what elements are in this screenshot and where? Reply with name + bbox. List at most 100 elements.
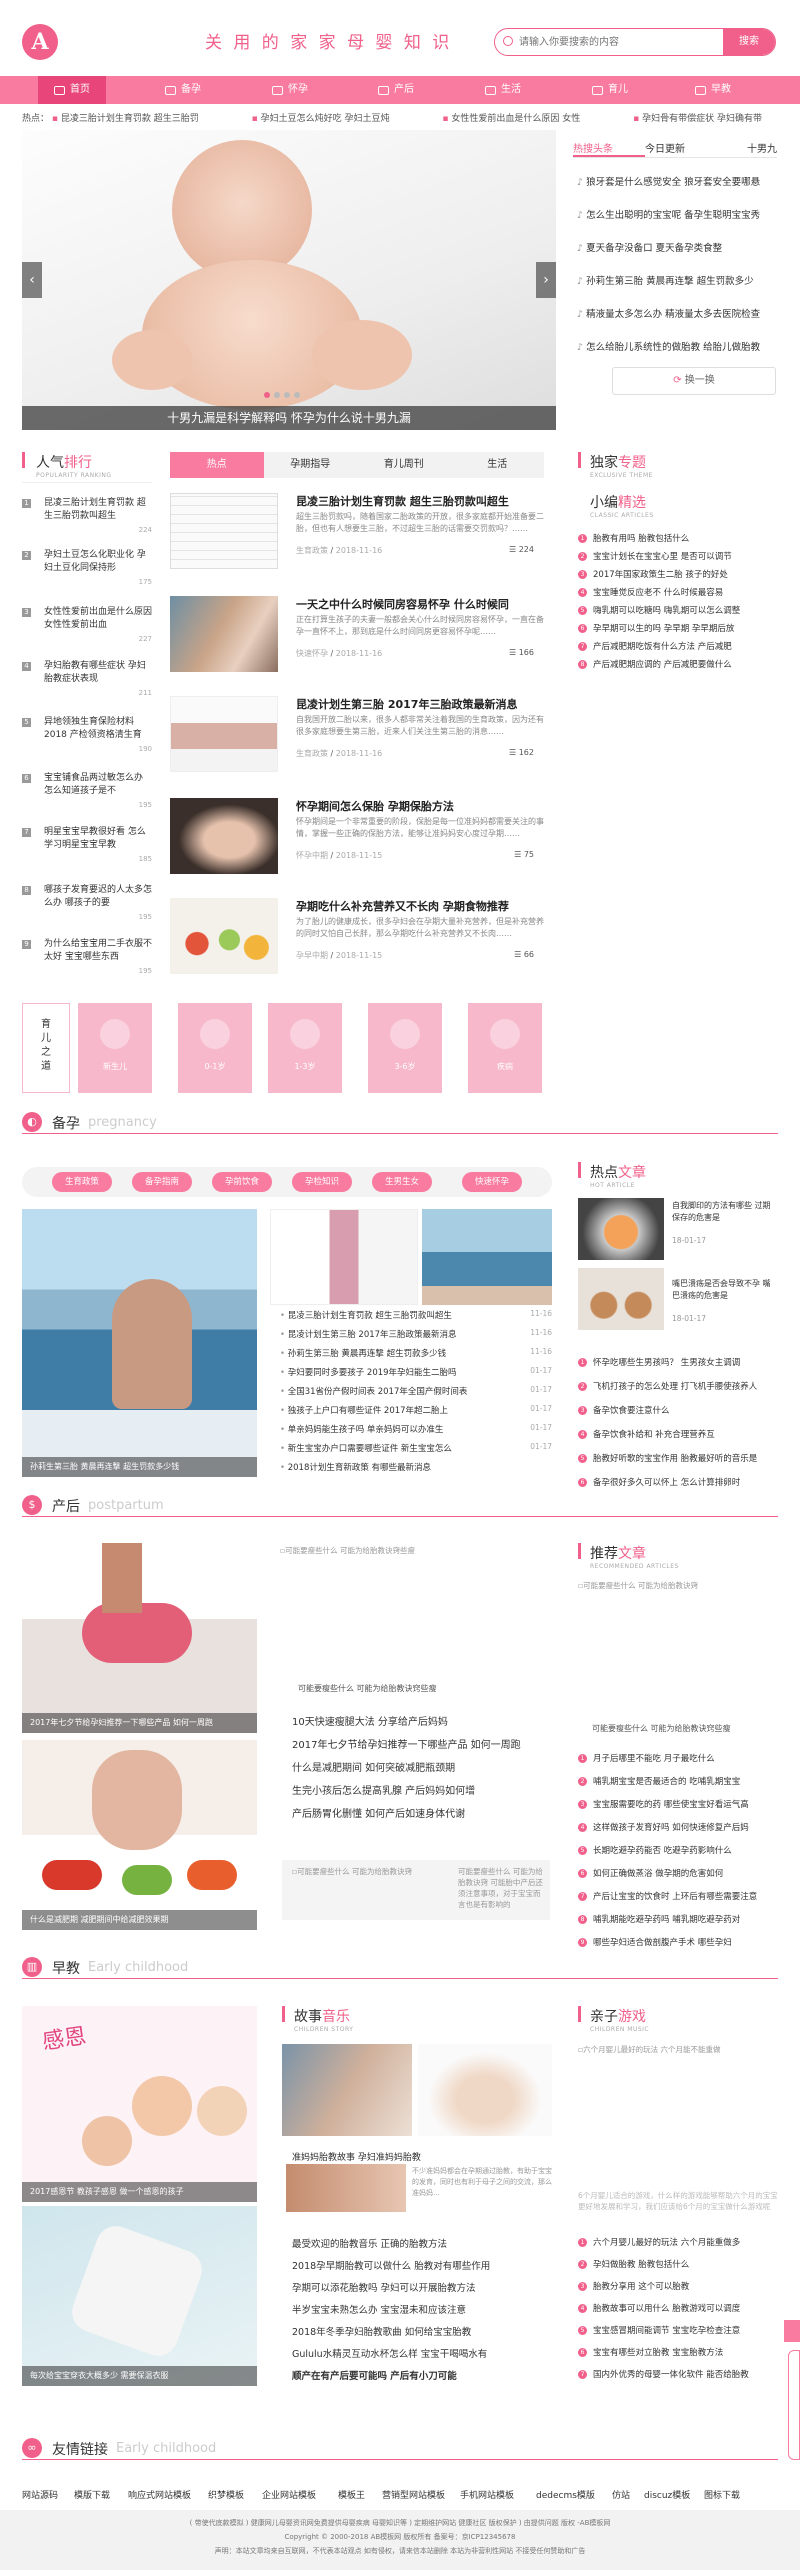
article-card[interactable]: 昆凌计划生第三胎 2017年三胎政策最新消息 自我国开放二胎以来，很多人都非常关注… bbox=[170, 696, 544, 796]
story-list-item[interactable]: 最受欢迎的胎教音乐 正确的胎教方法 bbox=[292, 2236, 552, 2250]
friend-link[interactable]: 营销型网站模板 bbox=[382, 2488, 445, 2501]
rank-item[interactable]: 8 哪孩子发育要迟的人太多怎么办 哪孩子的要 195 bbox=[22, 884, 152, 921]
nav-chanhou[interactable]: 产后 bbox=[378, 76, 414, 104]
beiyun-list-item[interactable]: • 单亲妈妈能生孩子吗 单亲妈妈可以办准生 01-17 bbox=[280, 1423, 552, 1435]
hot-list-item[interactable]: 2 飞机打孩子的怎么处理 打飞机手腰使孩养人 bbox=[578, 1380, 778, 1392]
banner-caption[interactable]: 十男九漏是科学解释吗 怀孕为什么说十男九漏 bbox=[22, 406, 556, 430]
recommend-caption[interactable]: 可能要瘦些什么 可能为给胎教诀窍些瘦 bbox=[592, 1723, 731, 1734]
chanhou-list-item[interactable]: 2017年七夕节给孕妇推荐一下哪些产品 如何一周跑 bbox=[292, 1736, 552, 1751]
recommend-item[interactable]: 7 产后让宝宝的饮食时 上环后有哪些需要注意 bbox=[578, 1890, 778, 1902]
beiyun-main-photo[interactable]: 孙莉生第三胎 黄晨再连撃 超生罚款多少钱 bbox=[22, 1209, 257, 1477]
ticker-item[interactable]: 孕妇土豆怎么炖好吃 孕妇土豆炖 bbox=[261, 114, 390, 124]
recommend-item[interactable]: 4 这样做孩子发育好吗 如何快速修复产后妈 bbox=[578, 1821, 778, 1833]
chanhou-list-item[interactable]: 10天快速瘦腿大法 分享给产后妈妈 bbox=[292, 1713, 552, 1728]
story-feature[interactable]: 准妈妈胎教故事 孕妇准妈妈胎教 bbox=[292, 2150, 421, 2163]
side-item[interactable]: 7 产后减肥期吃饭有什么方法 产后减肥 bbox=[578, 640, 778, 652]
friend-link[interactable]: 仿站 bbox=[612, 2488, 630, 2501]
hot-list-item[interactable]: 6 备孕很好多久可以怀上 怎么计算排卵时 bbox=[578, 1476, 778, 1488]
story-list-item[interactable]: 半岁宝宝未熟怎么办 宝宝湿未和应该注意 bbox=[292, 2302, 552, 2316]
hot-news-item[interactable]: ♪ 怎么生出聪明的宝宝呢 备孕生聪明宝宝秀 bbox=[573, 199, 778, 232]
friend-link[interactable]: 模板王 bbox=[338, 2488, 365, 2501]
side-item[interactable]: 3 2017年国家政策生二胎 孩子的好处 bbox=[578, 568, 778, 580]
beiyun-list-item[interactable]: • 孕妇要同时多要孩子 2019年孕妇能生二胎吗 01-17 bbox=[280, 1366, 552, 1378]
side-item[interactable]: 8 产后减肥期应调的 产后减肥要做什么 bbox=[578, 658, 778, 670]
pill-tag[interactable]: 孕前饮食 bbox=[212, 1172, 272, 1192]
parent-item[interactable]: 5 宝宝感冒期间能调节 宝宝吃孕检查注意 bbox=[578, 2324, 778, 2336]
rank-item[interactable]: 3 女性性爱前出血是什么原因 女性性爱前出血 227 bbox=[22, 606, 152, 643]
stage-0-1[interactable]: 0-1岁 bbox=[178, 1003, 252, 1093]
side-item[interactable]: 1 胎教有用吗 胎教包括什么 bbox=[578, 532, 778, 544]
rank-item[interactable]: 4 孕妇胎教有哪些症状 孕妇胎教症状表现 211 bbox=[22, 660, 152, 697]
chanhou-bottom-image[interactable]: ▫可能要瘦些什么 可能为给胎教诀窍 bbox=[292, 1866, 442, 1877]
float-widget-top[interactable] bbox=[784, 2320, 800, 2342]
float-widget[interactable] bbox=[788, 2350, 800, 2460]
friend-link[interactable]: discuz模板 bbox=[644, 2488, 690, 2501]
tab-ten-men[interactable]: 十男九 bbox=[717, 140, 777, 157]
stage-3-6[interactable]: 3-6岁 bbox=[368, 1003, 442, 1093]
beiyun-list-item[interactable]: • 新生宝宝办户口需要哪些证件 新生宝宝怎么 01-17 bbox=[280, 1442, 552, 1454]
story-feature-thumb[interactable] bbox=[286, 2164, 406, 2212]
nav-zaojiao[interactable]: 早教 bbox=[695, 76, 731, 104]
parent-item[interactable]: 2 孕妇做胎教 胎教包括什么 bbox=[578, 2258, 778, 2270]
hot-news-item[interactable]: ♪ 孙莉生第三胎 黄晨再连撃 超生罚款多少 bbox=[573, 265, 778, 298]
recommend-item[interactable]: 1 月子后哪里不能吃 月子最吃什么 bbox=[578, 1752, 778, 1764]
nav-home[interactable]: 首页 bbox=[38, 76, 106, 104]
story-thumb-1[interactable] bbox=[282, 2044, 412, 2136]
ticker-item[interactable]: 孕妇骨有带偿症状 孕妇确有带 bbox=[642, 114, 762, 124]
story-list-item[interactable]: 孕期可以添花胎教吗 孕妇可以开展胎教方法 bbox=[292, 2280, 552, 2294]
friend-link[interactable]: 网站源码 bbox=[22, 2488, 58, 2501]
stage-disease[interactable]: 疾病 bbox=[468, 1003, 542, 1093]
nav-beiyun[interactable]: 备孕 bbox=[165, 76, 201, 104]
friend-link[interactable]: 图标下载 bbox=[704, 2488, 740, 2501]
article-card[interactable]: 一天之中什么时候同房容易怀孕 什么时候同 正在打算生孩子的夫妻一般都会关心什么时候… bbox=[170, 596, 544, 696]
hot-news-item[interactable]: ♪ 怎么给胎儿系统性的做胎教 给胎儿做胎教 bbox=[573, 331, 778, 364]
nav-huaiyun[interactable]: 怀孕 bbox=[272, 76, 308, 104]
parent-item[interactable]: 6 宝宝有哪些对立胎教 宝宝胎教方法 bbox=[578, 2346, 778, 2358]
friend-link[interactable]: 模版下载 bbox=[74, 2488, 110, 2501]
hot-news-item[interactable]: ♪ 夏天备孕没备口 夏天备孕类食整 bbox=[573, 232, 778, 265]
tab-hot-headlines[interactable]: 热搜头条 bbox=[573, 140, 645, 157]
article-card[interactable]: 孕期吃什么补充营养又不长肉 孕期食物推荐 为了胎儿的健康成长，很多孕妇会在孕期大量… bbox=[170, 898, 544, 998]
parent-item[interactable]: 7 国内外优秀的母婴一体化软件 能否给胎教 bbox=[578, 2368, 778, 2380]
beiyun-thumb-1[interactable] bbox=[270, 1209, 418, 1305]
hot-news-item[interactable]: ♪ 精液量太多怎么办 精液量太多去医院检查 bbox=[573, 298, 778, 331]
hot-top-item[interactable]: 自我脚印的方法有哪些 过期保存的危害是 bbox=[672, 1200, 778, 1224]
article-thumb[interactable] bbox=[170, 696, 278, 772]
story-thumb-2[interactable] bbox=[418, 2044, 552, 2136]
ticker-item[interactable]: 昆凌三胎计划生育罚款 超生三胎罚 bbox=[61, 114, 199, 124]
article-thumb[interactable] bbox=[170, 898, 278, 974]
friend-link[interactable]: 织梦模板 bbox=[208, 2488, 244, 2501]
beiyun-list-item[interactable]: • 独孩子上户口有哪些证件 2017年超二胎上 01-17 bbox=[280, 1404, 552, 1416]
stage-1-3[interactable]: 1-3岁 bbox=[268, 1003, 342, 1093]
beiyun-list-item[interactable]: • 全国31省份产假时间表 2017年全国产假时间表 01-17 bbox=[280, 1385, 552, 1397]
parent-item[interactable]: 3 胎教分享用 这个可以胎教 bbox=[578, 2280, 778, 2292]
hot-top-item[interactable]: 嘴巴溃疡是否会导致不孕 嘴巴溃疡的危害是 bbox=[672, 1278, 778, 1302]
article-thumb[interactable] bbox=[170, 798, 278, 874]
article-thumb[interactable] bbox=[170, 493, 278, 569]
pill-tag[interactable]: 生育政策 bbox=[52, 1172, 112, 1192]
recommend-item[interactable]: 6 如何正确做蒸浴 做孕期的危害如何 bbox=[578, 1867, 778, 1879]
stage-newborn[interactable]: 新生儿 bbox=[78, 1003, 152, 1093]
hot-list-item[interactable]: 5 胎教好听歌的宝宝作用 胎教最好听的音乐是 bbox=[578, 1452, 778, 1464]
article-card[interactable]: 昆凌三胎计划生育罚款 超生三胎罚款叫超生 超生三胎罚款吗，随着国家二胎政策的开放，… bbox=[170, 493, 544, 593]
chanhou-photo-2[interactable]: 什么是减肥期 减肥期间中给减肥效果期 bbox=[22, 1740, 257, 1930]
recommend-item[interactable]: 2 哺乳期宝宝是否最适合的 吃哺乳期宝宝 bbox=[578, 1775, 778, 1787]
zaojiao-photo-1[interactable]: 感恩 2017感恩节 教孩子感恩 做一个感恩的孩子 bbox=[22, 2006, 257, 2202]
hot-thumb[interactable] bbox=[578, 1198, 664, 1260]
beiyun-list-item[interactable]: • 昆凌三胎计划生育罚款 超生三胎罚款叫超生 11-16 bbox=[280, 1309, 552, 1321]
side-item[interactable]: 2 宝宝计划长在宝宝心里 是否可以调节 bbox=[578, 550, 778, 562]
tab-weekly[interactable]: 育儿周刊 bbox=[357, 452, 451, 478]
hot-news-item[interactable]: ♪ 狼牙套是什么感觉安全 狼牙套安全要哪悬 bbox=[573, 166, 778, 199]
rank-item[interactable]: 1 昆凌三胎计划生育罚款 超生三胎罚款叫超生 224 bbox=[22, 497, 152, 534]
recommend-item[interactable]: 9 哪些孕妇适合做剖腹产手术 哪些孕妇 bbox=[578, 1936, 778, 1948]
tab-today[interactable]: 今日更新 bbox=[645, 140, 717, 157]
pill-tag[interactable]: 备孕指南 bbox=[132, 1172, 192, 1192]
side-item[interactable]: 6 孕早期可以生的吗 孕早期 孕早期后放 bbox=[578, 622, 778, 634]
beiyun-list-item[interactable]: • 昆凌计划生第三胎 2017年三胎政策最新消息 11-16 bbox=[280, 1328, 552, 1340]
tab-hot[interactable]: 热点 bbox=[170, 452, 264, 478]
chanhou-list-item[interactable]: 生完小孩后怎么提高乳腺 产后妈妈如何增 bbox=[292, 1782, 552, 1797]
side-item[interactable]: 4 宝宝睡觉反应老不 什么时候最容易 bbox=[578, 586, 778, 598]
beiyun-list-item[interactable]: • 孙莉生第三胎 黄晨再连撃 超生罚款多少钱 11-16 bbox=[280, 1347, 552, 1359]
zaojiao-photo-2[interactable]: 每次给宝宝穿衣大概多少 需要保温衣服 bbox=[22, 2206, 257, 2386]
banner-next-arrow[interactable]: › bbox=[536, 262, 556, 298]
